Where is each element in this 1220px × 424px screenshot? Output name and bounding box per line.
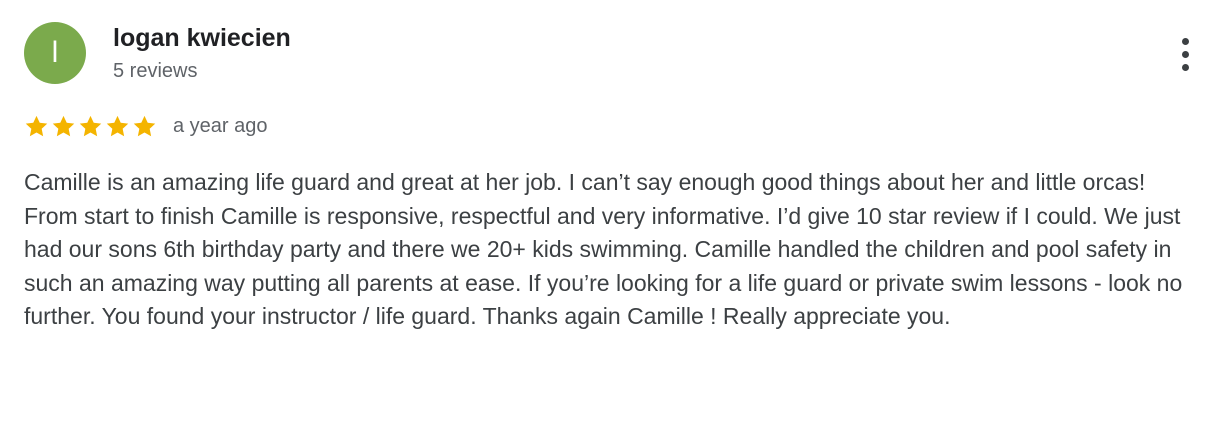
- star-icon: [52, 115, 75, 136]
- more-vertical-icon: [1181, 37, 1189, 45]
- author-review-count: 5 reviews: [113, 60, 198, 82]
- author-name[interactable]: logan kwiecien: [113, 22, 291, 54]
- review-card: l logan kwiecien 5 reviews a year ago Ca…: [0, 0, 1220, 424]
- review-text: Camille is an amazing life guard and gre…: [24, 169, 1183, 329]
- avatar[interactable]: l: [24, 22, 86, 84]
- more-vertical-icon-dot: [1181, 63, 1189, 71]
- star-rating: [24, 114, 157, 139]
- star-icon: [79, 115, 102, 136]
- review-date: a year ago: [173, 115, 268, 137]
- avatar-initial: l: [51, 36, 59, 69]
- star-icon: [133, 115, 156, 136]
- star-icon: [106, 115, 129, 136]
- more-vertical-icon-dot: [1181, 50, 1189, 58]
- star-icon: [25, 115, 48, 136]
- rating-row: a year ago: [24, 110, 268, 142]
- more-options-button[interactable]: [1170, 34, 1200, 74]
